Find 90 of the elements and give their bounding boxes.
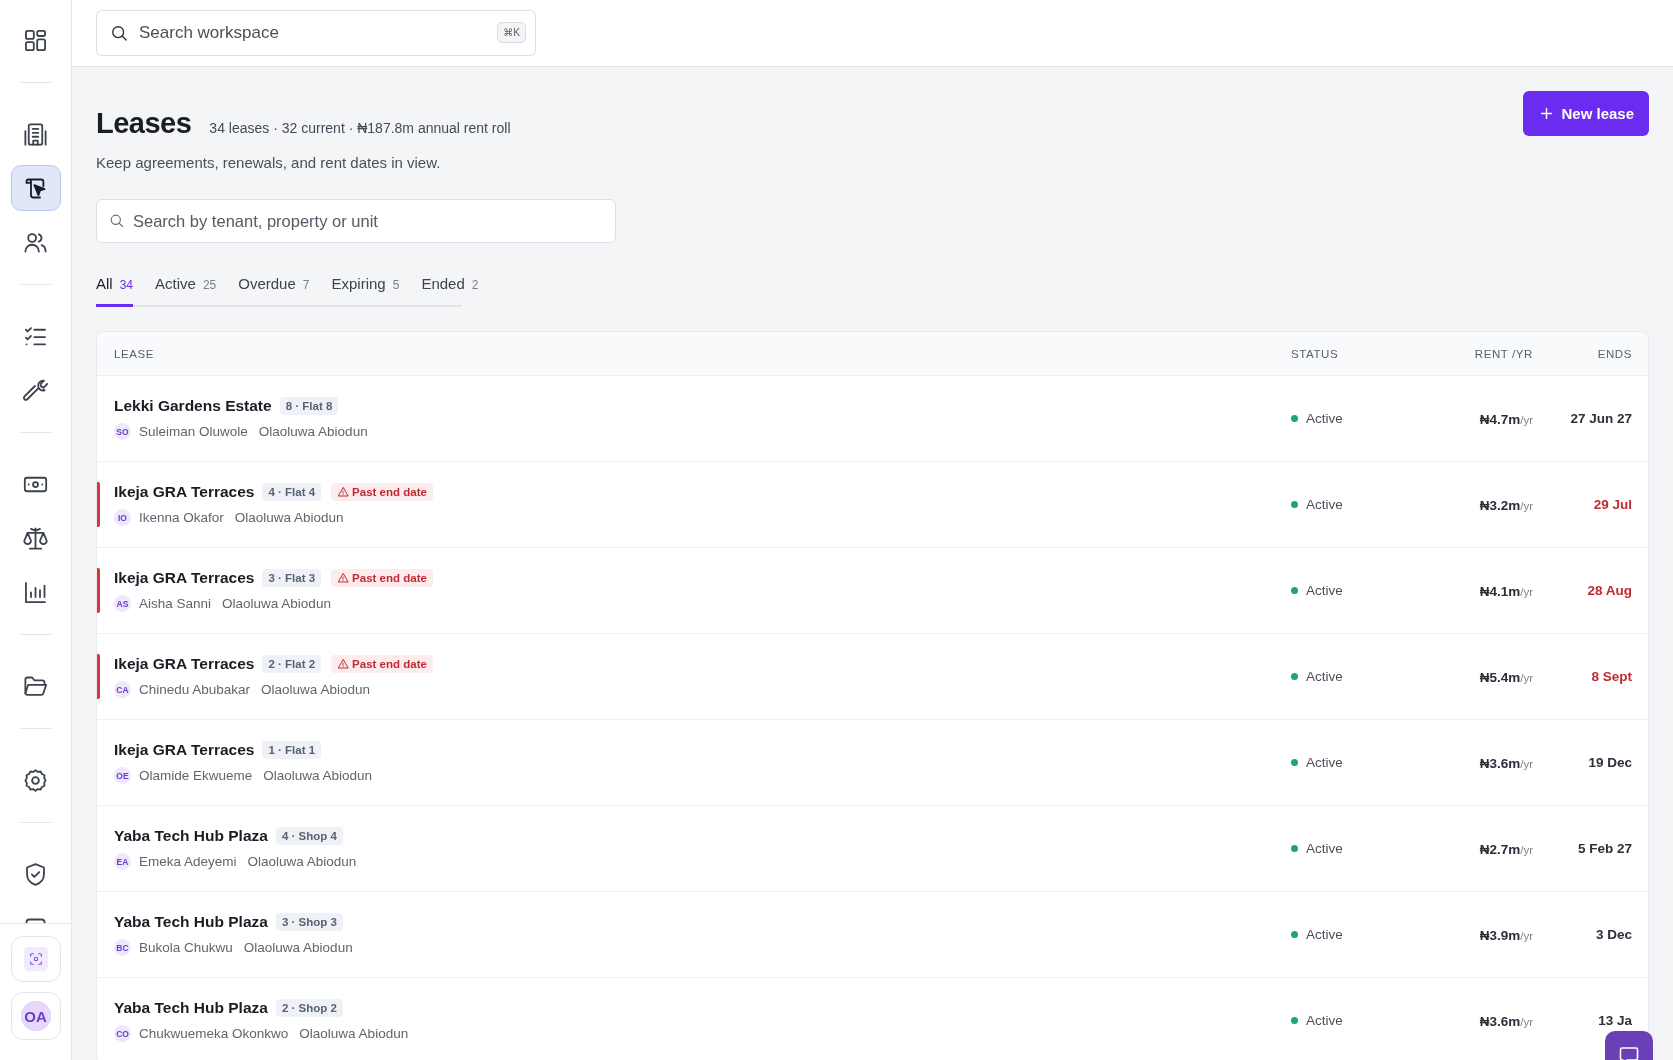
rent-amount: ₦2.7m/yr (1479, 840, 1533, 858)
filter-tab[interactable]: Ended 2 (421, 265, 479, 307)
tenant-name: Emeka Adeyemi (139, 854, 237, 869)
new-lease-button[interactable]: New lease (1523, 91, 1649, 136)
tenant-name: Chinedu Abubakar (139, 682, 251, 697)
shortcut-hint: ⌘K (497, 22, 526, 43)
agent-name: Olaoluwa Abiodun (263, 768, 373, 783)
property-name[interactable]: Yaba Tech Hub Plaza (114, 913, 268, 931)
agent-name: Olaoluwa Abiodun (261, 682, 370, 697)
end-date: 27 Jun 27 (1570, 411, 1632, 426)
end-date: 19 Dec (1588, 755, 1632, 770)
agent-name: Olaoluwa Abiodun (234, 510, 344, 525)
agent-name: Olaoluwa Abiodun (299, 1026, 409, 1041)
column-header: ENDS (1596, 347, 1633, 360)
status-text: Active (1306, 497, 1343, 512)
agent-name: Olaoluwa Abiodun (243, 940, 353, 955)
nav-item[interactable] (10, 165, 61, 211)
agent-name: Olaoluwa Abiodun (258, 424, 368, 439)
status-text: Active (1306, 1013, 1343, 1028)
agent-name: Olaoluwa Abiodun (222, 596, 331, 611)
search-icon (109, 23, 129, 43)
column-header: LEASE (113, 347, 156, 360)
property-name[interactable]: Yaba Tech Hub Plaza (114, 827, 268, 845)
tenant-name: Aisha Sanni (139, 596, 212, 611)
end-date: 29 Jul (1593, 497, 1632, 512)
status-text: Active (1306, 669, 1343, 684)
unit-tag: 4 · Flat 4 (262, 483, 322, 501)
past-end-date-badge: Past end date (331, 655, 433, 673)
tenant-avatar: AS (114, 595, 131, 612)
property-name[interactable]: Ikeja GRA Terraces (114, 483, 255, 501)
end-date: 8 Sept (1591, 669, 1632, 684)
lease-search-field[interactable]: Search by tenant, property or unit (96, 199, 616, 243)
tenant-avatar: EA (114, 853, 131, 870)
rent-amount: ₦5.4m/yr (1479, 668, 1533, 686)
tenant-avatar: IO (114, 509, 131, 526)
rent-amount: ₦3.6m/yr (1479, 754, 1533, 772)
tenant-name: Chukwuemeka Okonkwo (139, 1026, 289, 1041)
end-date: 3 Dec (1595, 927, 1632, 942)
status-text: Active (1306, 841, 1343, 856)
rent-amount: ₦3.9m/yr (1479, 926, 1533, 944)
tenant-name: Olamide Ekwueme (139, 768, 253, 783)
rent-amount: ₦3.2m/yr (1479, 496, 1533, 514)
page-subtitle: Keep agreements, renewals, and rent dates in view. (96, 154, 442, 171)
status-text: Active (1306, 411, 1343, 426)
unit-tag: 2 · Flat 2 (262, 655, 322, 673)
column-header: RENT /YR (1473, 347, 1533, 360)
property-name[interactable]: Ikeja GRA Terraces (114, 655, 255, 673)
property-name[interactable]: Yaba Tech Hub Plaza (114, 999, 268, 1017)
tenant-avatar: CO (114, 1025, 131, 1042)
building-icon (22, 120, 49, 148)
tenant-name: Ikenna Okafor (139, 510, 224, 525)
unit-tag: 3 · Flat 3 (262, 569, 322, 587)
page-title: Leases (96, 107, 192, 140)
tenant-avatar: SO (114, 423, 131, 440)
property-name[interactable]: Ikeja GRA Terraces (114, 741, 255, 759)
user-avatar[interactable]: OA (10, 992, 61, 1040)
unit-tag: 3 · Shop 3 (275, 913, 343, 931)
status-text: Active (1306, 927, 1343, 942)
status-text: Active (1306, 583, 1343, 598)
tenant-name: Suleiman Oluwole (139, 424, 248, 439)
past-end-date-badge: Past end date (331, 569, 433, 587)
rent-amount: ₦4.1m/yr (1479, 582, 1533, 600)
filter-tab[interactable]: Expiring 5 (331, 265, 400, 307)
tenant-avatar: OE (114, 767, 131, 784)
unit-tag: 4 · Shop 4 (275, 827, 343, 845)
filter-tab[interactable]: All 34 (96, 265, 134, 307)
rent-amount: ₦4.7m/yr (1479, 410, 1533, 428)
status-text: Active (1306, 755, 1343, 770)
rent-amount: ₦3.6m/yr (1479, 1012, 1533, 1030)
scan-icon (23, 947, 48, 971)
column-header: STATUS (1291, 347, 1340, 360)
tenant-name: Bukola Chukwu (139, 940, 233, 955)
unit-tag: 1 · Flat 1 (262, 741, 322, 759)
filter-tab[interactable]: Active 25 (155, 265, 217, 307)
scale-icon (22, 524, 49, 552)
agent-name: Olaoluwa Abiodun (247, 854, 357, 869)
tenant-avatar: CA (114, 681, 131, 698)
unit-tag: 2 · Shop 2 (275, 999, 343, 1017)
end-date: 28 Aug (1587, 583, 1632, 598)
end-date: 13 Ja (1598, 1013, 1632, 1028)
property-name[interactable]: Ikeja GRA Terraces (114, 569, 255, 587)
settings-icon (22, 766, 49, 794)
filter-tab[interactable]: Overdue 7 (238, 265, 310, 307)
end-date: 5 Feb 27 (1577, 841, 1632, 856)
past-end-date-badge: Past end date (331, 483, 433, 501)
search-icon (108, 212, 125, 229)
lease-summary: 34 leases · 32 current · ₦187.8m annual rent roll (209, 120, 511, 136)
tenant-avatar: BC (114, 939, 131, 956)
property-name[interactable]: Lekki Gardens Estate (114, 397, 272, 415)
unit-tag: 8 · Flat 8 (279, 397, 339, 415)
